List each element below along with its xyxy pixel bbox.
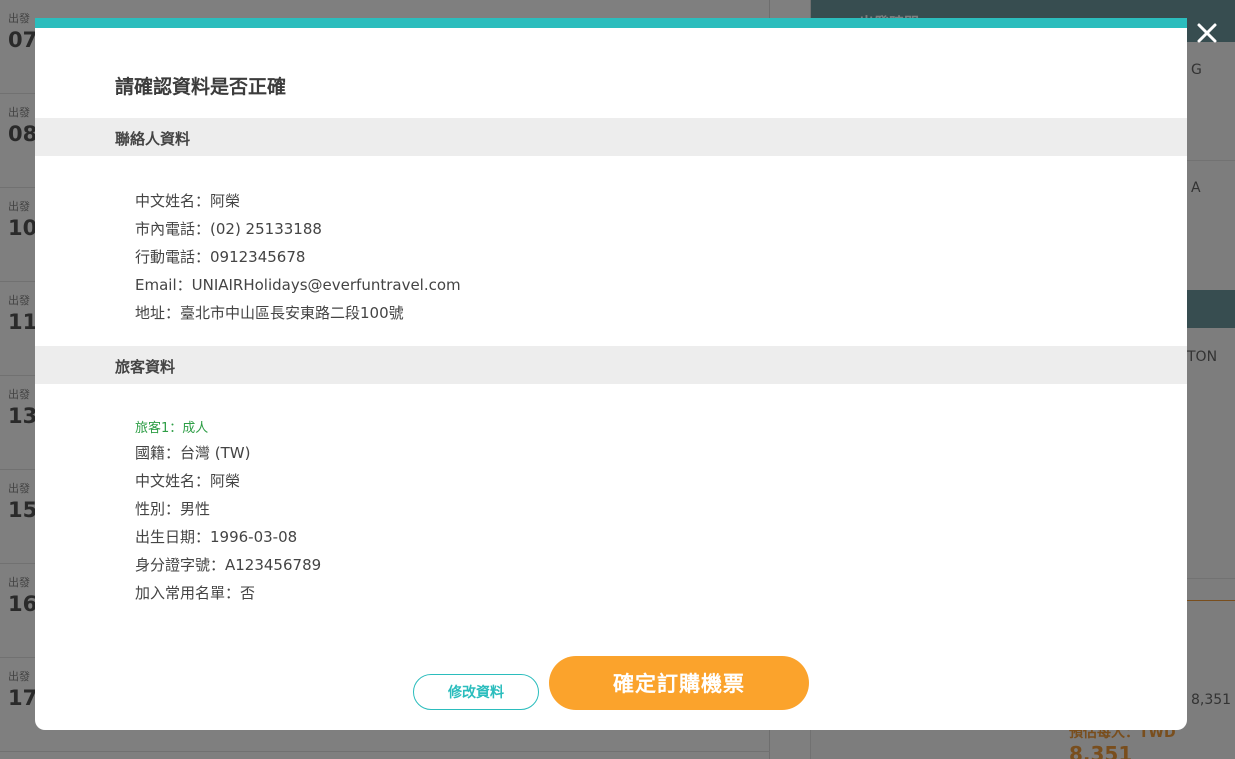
contact-section-title: 聯絡人資料 xyxy=(115,130,191,148)
traveler-section-title: 旅客資料 xyxy=(115,358,176,376)
close-icon xyxy=(1197,23,1217,43)
traveler-gender: 性別：男性 xyxy=(135,500,211,518)
confirm-booking-button[interactable]: 確定訂購機票 xyxy=(549,656,809,710)
contact-address: 地址：臺北市中山區長安東路二段100號 xyxy=(135,304,404,322)
close-button[interactable] xyxy=(1194,20,1220,46)
contact-phone: 市內電話：(02) 25133188 xyxy=(135,220,322,238)
confirm-dialog: 請確認資料是否正確 聯絡人資料 中文姓名：阿榮 市內電話：(02) 251331… xyxy=(35,18,1187,730)
traveler-name: 中文姓名：阿榮 xyxy=(135,472,241,490)
contact-email: Email：UNIAIRHolidays@everfuntravel.com xyxy=(135,276,461,294)
contact-section-header: 聯絡人資料 xyxy=(35,118,1187,156)
edit-info-button[interactable]: 修改資料 xyxy=(413,674,539,710)
traveler-birthdate: 出生日期：1996-03-08 xyxy=(135,528,298,546)
traveler-id-number: 身分證字號：A123456789 xyxy=(135,556,322,574)
contact-name: 中文姓名：阿榮 xyxy=(135,192,241,210)
traveler-section-header: 旅客資料 xyxy=(35,346,1187,384)
traveler-tag: 旅客1：成人 xyxy=(135,421,209,436)
traveler-add-frequent: 加入常用名單：否 xyxy=(135,584,256,602)
traveler-nationality: 國籍：台灣 (TW) xyxy=(135,444,251,462)
contact-mobile: 行動電話：0912345678 xyxy=(135,248,306,266)
dialog-title: 請確認資料是否正確 xyxy=(115,76,287,98)
